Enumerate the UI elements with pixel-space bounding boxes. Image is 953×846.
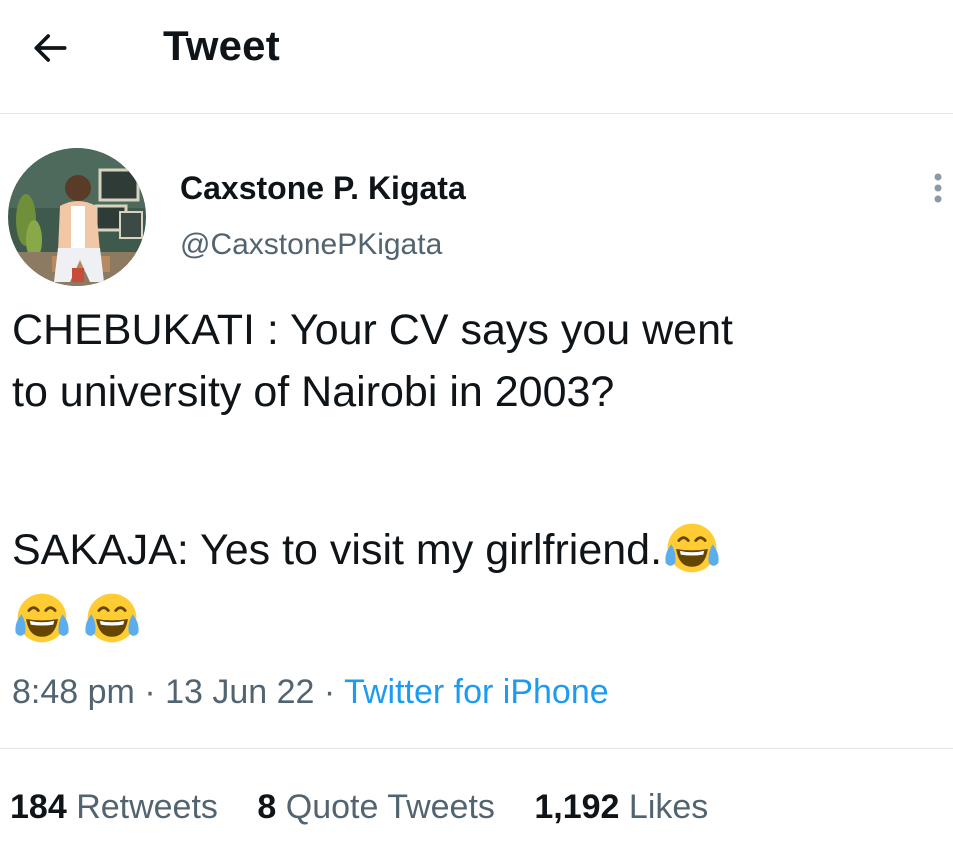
more-options-button[interactable] [918, 168, 953, 208]
likes-stat[interactable]: 1,192 Likes [534, 788, 708, 826]
quote-tweets-label: Quote Tweets [285, 788, 495, 826]
joy-emoji-icon [12, 588, 72, 648]
tweet-time[interactable]: 8:48 pm [12, 673, 135, 711]
header-divider [0, 113, 953, 114]
tweet-source-link[interactable]: Twitter for iPhone [344, 673, 609, 711]
stats-divider [0, 748, 953, 749]
meta-separator: · [144, 673, 156, 711]
quote-tweets-stat[interactable]: 8 Quote Tweets [257, 788, 495, 826]
tweet-text-line: CHEBUKATI : Your CV says you went [12, 306, 733, 354]
avatar-photo [8, 148, 146, 286]
tweet-text-line: to university of Nairobi in 2003? [12, 368, 615, 416]
tweet-text-line: SAKAJA: Yes to visit my girlfriend. [12, 518, 722, 580]
retweets-count: 184 [10, 788, 67, 826]
likes-count: 1,192 [534, 788, 620, 826]
author-display-name[interactable]: Caxstone P. Kigata [180, 168, 466, 208]
arrow-left-icon [34, 34, 67, 62]
more-vertical-icon [934, 173, 942, 203]
likes-label: Likes [628, 788, 709, 826]
tweet-metadata: 8:48 pm · 13 Jun 22 · Twitter for iPhone [12, 670, 609, 714]
retweets-stat[interactable]: 184 Retweets [10, 788, 218, 826]
author-handle[interactable]: @CaxstonePKigata [180, 226, 442, 264]
quote-tweets-count: 8 [257, 788, 277, 826]
tweet-stats: 184 Retweets 8 Quote Tweets 1,192 Likes [10, 785, 738, 829]
joy-emoji-icon [82, 588, 142, 648]
meta-separator: · [323, 673, 336, 711]
author-avatar[interactable] [8, 148, 146, 286]
tweet-emoji-line [12, 588, 142, 650]
tweet-text-line-content: SAKAJA: Yes to visit my girlfriend. [12, 526, 663, 574]
top-bar: Tweet [0, 0, 953, 112]
back-button[interactable] [22, 20, 78, 76]
retweets-label: Retweets [76, 788, 218, 826]
tweet-date[interactable]: 13 Jun 22 [165, 673, 314, 711]
page-title: Tweet [163, 22, 280, 69]
joy-emoji-icon [662, 518, 722, 578]
